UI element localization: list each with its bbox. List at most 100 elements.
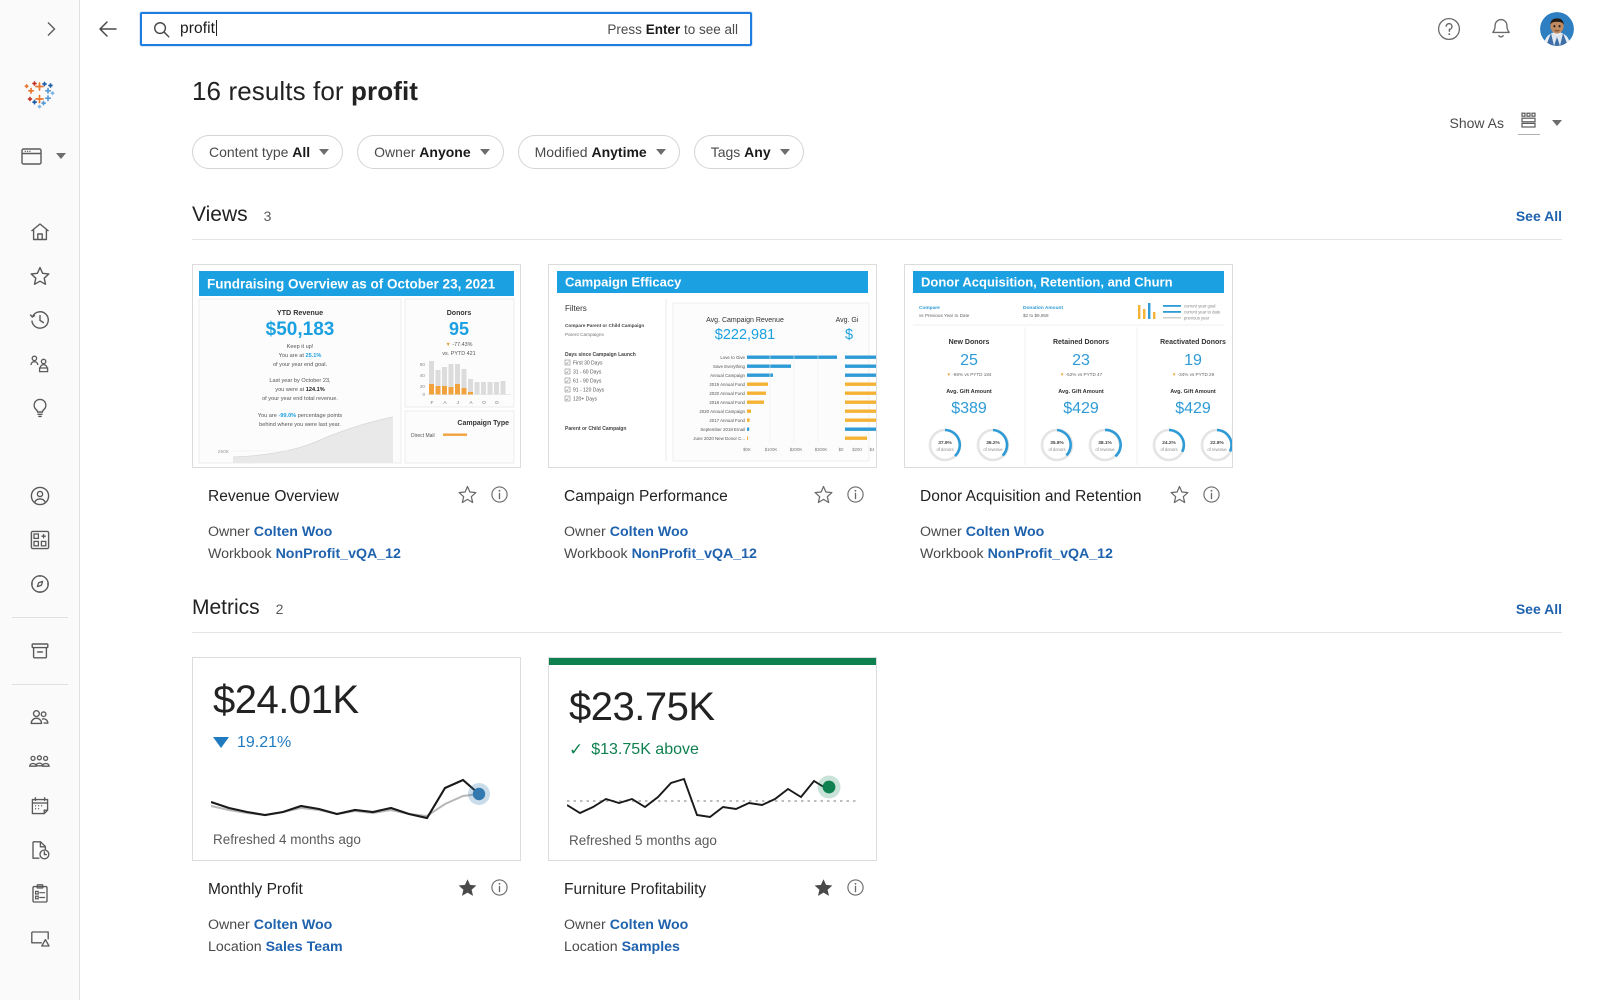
sidebar-item-users[interactable] <box>0 696 80 740</box>
view-thumbnail[interactable]: Fundraising Overview as of October 23, 2… <box>192 264 521 468</box>
svg-text:$: $ <box>845 327 853 343</box>
sidebar-item-tasks[interactable] <box>0 828 80 872</box>
filter-owner-label: Owner Anyone <box>374 144 470 160</box>
info-button[interactable] <box>846 878 865 902</box>
view-card-details: Owner Colten Woo Workbook NonProfit_vQA_… <box>920 521 1231 566</box>
main-content: profit Press Enter to see all 16 results… <box>80 0 1600 1000</box>
info-button[interactable] <box>846 485 865 509</box>
chevron-down-icon[interactable] <box>1552 120 1562 126</box>
sidebar-item-tableau-logo[interactable] <box>0 64 80 122</box>
svg-text:61 - 90 Days: 61 - 90 Days <box>573 379 602 385</box>
filter-owner[interactable]: Owner Anyone <box>357 135 504 169</box>
app-root: profit Press Enter to see all 16 results… <box>0 0 1600 1000</box>
svg-text:Direct Mail: Direct Mail <box>411 433 435 439</box>
metric-card-title[interactable]: Furniture Profitability <box>564 881 813 899</box>
metric-tile[interactable]: $24.01K 19.21% Refreshed 4 months ago <box>192 656 521 861</box>
svg-text:Reactivated Donors: Reactivated Donors <box>1160 339 1226 346</box>
favorite-star-button[interactable] <box>457 484 478 510</box>
metric-card-furniture-profitability[interactable]: $23.75K ✓ $13.75K above Refreshed 5 mont… <box>548 656 877 959</box>
view-thumbnail[interactable]: Campaign Efficacy Filters Compare Parent… <box>548 264 877 468</box>
chevron-down-icon[interactable] <box>56 153 66 159</box>
sidebar-item-collections[interactable] <box>0 518 80 562</box>
workbook-value[interactable]: NonProfit_vQA_12 <box>276 546 401 562</box>
workbook-value[interactable]: NonProfit_vQA_12 <box>632 546 757 562</box>
svg-text:▼ -34% vs PYTD 29: ▼ -34% vs PYTD 29 <box>1172 372 1215 377</box>
filter-content-type[interactable]: Content type All <box>192 135 344 169</box>
svg-text:vs. PYTD 421: vs. PYTD 421 <box>442 351 475 357</box>
star-icon <box>30 266 49 285</box>
compass-icon <box>30 575 49 593</box>
favorite-star-button[interactable] <box>457 877 478 903</box>
sidebar-item-favorites[interactable] <box>0 254 80 298</box>
view-card-donor-acquisition[interactable]: Donor Acquisition, Retention, and Churn … <box>904 264 1233 566</box>
sidebar-item-recents[interactable] <box>0 298 80 342</box>
chevron-right-icon <box>47 22 55 36</box>
favorite-star-button[interactable] <box>813 484 834 510</box>
favorite-star-button[interactable] <box>813 877 834 903</box>
sidebar-item-explore[interactable] <box>0 562 80 606</box>
svg-text:of revenue: of revenue <box>1095 447 1115 452</box>
owner-value[interactable]: Colten Woo <box>966 524 1045 540</box>
sidebar-item-recommendations[interactable] <box>0 386 80 430</box>
sidebar-item-groups[interactable] <box>0 740 80 784</box>
help-question-icon <box>1437 17 1461 41</box>
svg-text:of revenue: of revenue <box>1207 447 1227 452</box>
svg-text:$0K: $0K <box>743 447 751 452</box>
owner-value[interactable]: Colten Woo <box>254 917 333 933</box>
metrics-section-title: Metrics <box>192 595 260 619</box>
filter-modified[interactable]: Modified Anytime <box>517 135 680 169</box>
svg-text:2017 Annual Fund: 2017 Annual Fund <box>709 418 745 423</box>
view-card-campaign-performance[interactable]: Campaign Efficacy Filters Compare Parent… <box>548 264 877 566</box>
workbook-value[interactable]: NonProfit_vQA_12 <box>988 546 1113 562</box>
show-as-grid-button[interactable] <box>1518 111 1540 135</box>
sidebar-item-home[interactable] <box>0 210 80 254</box>
sidebar-item-schedules[interactable] <box>0 784 80 828</box>
view-card-revenue-overview[interactable]: Fundraising Overview as of October 23, 2… <box>192 264 521 566</box>
svg-text:New Donors: New Donors <box>949 339 990 346</box>
user-avatar[interactable] <box>1540 12 1574 46</box>
metric-tile[interactable]: $23.75K ✓ $13.75K above Refreshed 5 mont… <box>548 656 877 861</box>
owner-value[interactable]: Colten Woo <box>610 524 689 540</box>
favorite-star-button[interactable] <box>1169 484 1190 510</box>
metric-tile-body: $23.75K ✓ $13.75K above <box>549 665 876 833</box>
info-button[interactable] <box>490 485 509 509</box>
metrics-see-all-link[interactable]: See All <box>1516 601 1562 617</box>
collections-icon <box>30 530 49 550</box>
svg-text:250K: 250K <box>218 449 230 455</box>
info-button[interactable] <box>490 878 509 902</box>
sidebar-item-shared-with-me[interactable] <box>0 342 80 386</box>
sidebar-item-external-assets[interactable] <box>0 629 80 673</box>
view-thumbnail[interactable]: Donor Acquisition, Retention, and Churn … <box>904 264 1233 468</box>
sidebar-item-explore-projects[interactable] <box>0 126 80 186</box>
search-input[interactable]: profit <box>174 20 607 38</box>
notifications-button[interactable] <box>1488 16 1514 42</box>
location-value[interactable]: Sales Team <box>266 939 343 955</box>
svg-text:2019 Annual Fund: 2019 Annual Fund <box>709 382 745 387</box>
sidebar-item-extensions[interactable] <box>0 916 80 960</box>
search-box[interactable]: profit Press Enter to see all <box>140 12 752 46</box>
sidebar-item-jobs[interactable] <box>0 872 80 916</box>
views-see-all-link[interactable]: See All <box>1516 208 1562 224</box>
back-button[interactable] <box>80 0 136 58</box>
help-button[interactable] <box>1436 16 1462 42</box>
filter-tags[interactable]: Tags Any <box>693 135 804 169</box>
views-section-count: 3 <box>263 208 272 224</box>
svg-text:20: 20 <box>420 384 426 389</box>
view-card-title[interactable]: Revenue Overview <box>208 488 457 506</box>
back-arrow-icon <box>99 21 117 37</box>
view-card-title[interactable]: Campaign Performance <box>564 488 813 506</box>
info-button[interactable] <box>1202 485 1221 509</box>
svg-text:Fundraising Overview as of Oct: Fundraising Overview as of October 23, 2… <box>207 277 496 292</box>
svg-text:$429: $429 <box>1063 400 1099 417</box>
svg-text:vs Previous Year to Date: vs Previous Year to Date <box>919 313 970 318</box>
expand-rail-button[interactable] <box>0 0 80 58</box>
owner-value[interactable]: Colten Woo <box>610 917 689 933</box>
location-value[interactable]: Samples <box>622 939 680 955</box>
metric-card-monthly-profit[interactable]: $24.01K 19.21% Refreshed 4 months ago Mo… <box>192 656 521 959</box>
owner-value[interactable]: Colten Woo <box>254 524 333 540</box>
metric-refreshed-text: Refreshed 5 months ago <box>569 832 717 848</box>
sidebar-item-personal-space[interactable] <box>0 474 80 518</box>
view-card-title[interactable]: Donor Acquisition and Retention <box>920 488 1169 506</box>
star-outline-icon <box>1170 485 1189 504</box>
metric-card-title[interactable]: Monthly Profit <box>208 881 457 899</box>
